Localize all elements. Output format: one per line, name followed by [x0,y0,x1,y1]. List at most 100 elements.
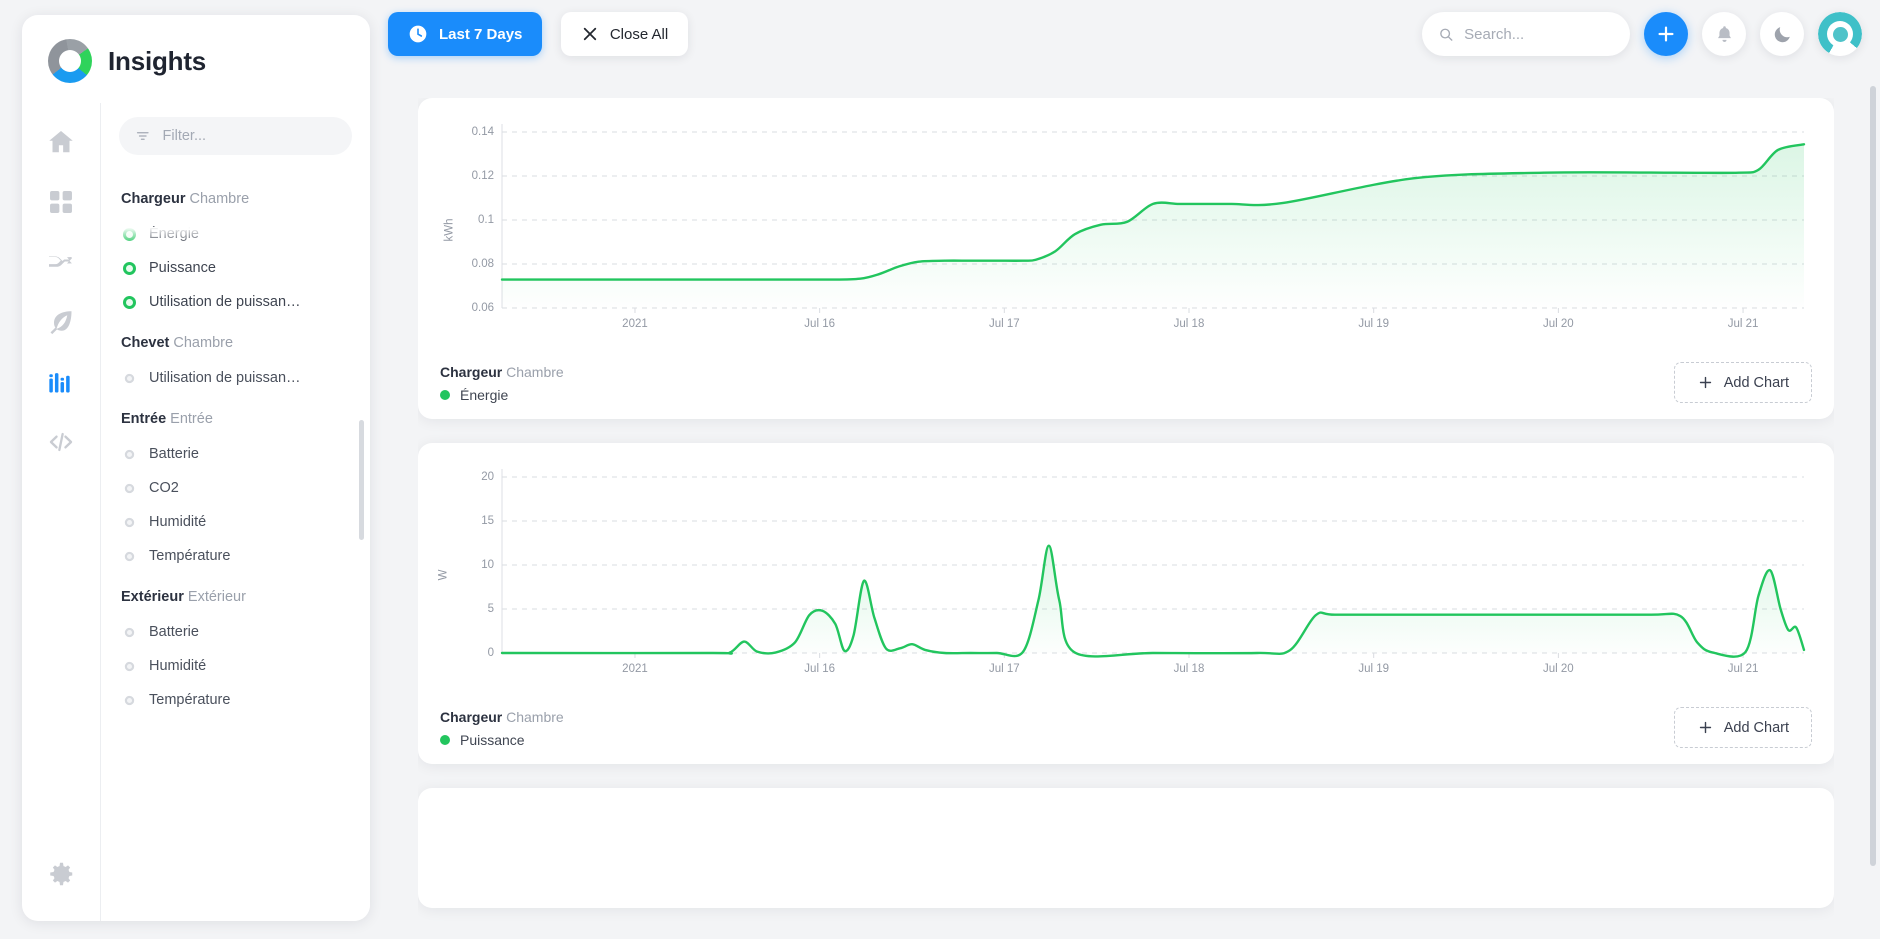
entity-group-header: Chargeur Chambre [101,179,370,217]
sidebar-item-settings[interactable] [36,849,86,899]
entity-unselected-dot-icon [124,661,135,671]
add-chart-label: Add Chart [1723,374,1789,391]
sidebar-item-energy[interactable] [36,297,86,347]
entity-row[interactable]: Utilisation de puissan… [101,285,370,319]
close-all-button[interactable]: Close All [560,12,689,56]
entity-row[interactable]: Batterie [101,615,370,649]
chart-legend-item[interactable]: Énergie [440,387,564,403]
insights-bars-icon [49,373,70,393]
chart-legend-item[interactable]: Puissance [440,732,564,748]
close-all-label: Close All [609,25,669,43]
y-tick-label: 0.06 [471,302,494,314]
entity-unselected-dot-icon [124,449,135,459]
charts-area[interactable]: kWh 0.06 0.08 0.1 0.12 0.14 2021 Jul 16 Jul 17 Ju… [418,98,1834,939]
entity-row[interactable]: Énergie [101,217,370,251]
date-range-button[interactable]: Last 7 Days [388,12,543,56]
entity-group-area: Extérieur [187,589,246,605]
entity-row[interactable]: CO2 [101,471,370,505]
x-tick-label: Jul 16 [804,318,835,330]
entity-group-area: Entrée [170,411,213,427]
avatar[interactable] [1818,12,1862,56]
settings-gear-icon [50,862,73,886]
entity-groups: Chargeur Chambre Énergie Puissance Utilisat… [101,179,370,717]
entity-row[interactable]: Humidité [101,649,370,683]
automations-icon [49,256,72,267]
home-icon [49,131,73,153]
entity-label: Batterie [149,446,199,462]
y-tick-label: 0.12 [471,170,494,182]
entity-group-device: Extérieur [121,589,184,605]
sidebar: Insights Filter... Chargeur Chambre Éner… [22,15,370,921]
y-tick-label: 20 [481,471,494,483]
chart-card: W 0 5 10 15 20 2021 Jul 16 Jul 17 Jul 18 Jul 19 Jul… [418,443,1834,764]
x-tick-label: 2021 [622,318,648,330]
entity-label: Utilisation de puissan… [149,370,301,386]
add-chart-button[interactable]: Add Chart [1673,362,1812,403]
chart-footer-title: Chargeur Chambre [440,709,564,725]
entity-row[interactable]: Puissance [101,251,370,285]
notifications-button[interactable] [1702,12,1746,56]
add-chart-label: Add Chart [1723,719,1789,736]
add-chart-button[interactable]: Add Chart [1673,707,1812,748]
entity-unselected-dot-icon [124,695,135,705]
entity-label: Batterie [149,624,199,640]
entity-label: Température [149,548,231,564]
legend-color-dot-icon [440,735,450,745]
entity-selected-dot-icon [123,227,136,241]
filter-box[interactable] [119,117,352,155]
topbar-actions [1422,12,1862,56]
moon-icon [1774,26,1790,42]
filter-input[interactable] [162,128,336,144]
entity-row[interactable]: Batterie [101,437,370,471]
chart-card-footer: Chargeur Chambre Énergie Add Chart [440,362,1812,403]
x-tick-label: Jul 20 [1543,318,1574,330]
chart-footer-device: Chargeur [440,364,503,380]
chart-area-fill [502,144,1804,308]
entity-row[interactable]: Température [101,539,370,573]
entity-row[interactable]: Humidité [101,505,370,539]
entity-row[interactable]: Température [101,683,370,717]
list-fade-overlay [101,879,370,921]
x-tick-label: Jul 18 [1173,663,1205,675]
entity-selected-dot-icon [123,295,136,309]
chart-area-fill [502,545,1804,657]
legend-series-label: Énergie [460,387,509,403]
entity-list-scrollbar[interactable] [359,420,364,540]
entity-group-header: Extérieur Extérieur [101,577,370,615]
bell-icon [1717,25,1731,42]
y-tick-label: 0.08 [471,257,494,270]
entity-row[interactable]: Utilisation de puissan… [101,361,370,395]
sidebar-item-home[interactable] [36,117,86,167]
entity-group-area: Chambre [189,191,250,207]
search-icon [1440,28,1453,41]
entity-unselected-dot-icon [124,373,135,383]
sidebar-item-insights[interactable] [36,357,86,407]
page-scrollbar[interactable] [1870,86,1876,866]
entity-group: Extérieur Extérieur Batterie Humidité Tempé… [101,577,370,717]
close-x-icon [583,27,596,41]
sidebar-item-developer[interactable] [36,417,86,467]
entity-group-header: Entrée Entrée [101,399,370,437]
x-tick-label: Jul 20 [1543,663,1574,675]
topbar: Last 7 Days Close All [388,12,1862,70]
entity-label: Utilisation de puissan… [149,294,301,310]
chart-footer-area: Chambre [506,709,564,725]
search-box[interactable] [1422,12,1630,56]
entity-group: Chargeur Chambre Énergie Puissance Utilisat… [101,179,370,319]
entity-scroll-area[interactable]: Chargeur Chambre Énergie Puissance Utilisat… [101,165,370,921]
sidebar-item-automations[interactable] [36,237,86,287]
entity-label: Humidité [149,514,207,530]
chart-plot[interactable]: kWh 0.06 0.08 0.1 0.12 0.14 2021 Jul 16 Jul 17 Ju… [440,116,1812,344]
chart-svg [440,469,1812,658]
legend-series-label: Puissance [460,732,525,748]
x-tick-label: Jul 21 [1727,318,1759,330]
y-tick-label: 5 [487,602,494,615]
theme-toggle-button[interactable] [1760,12,1804,56]
chart-plot[interactable]: W 0 5 10 15 20 2021 Jul 16 Jul 17 Jul 18 Jul 19 Jul… [437,461,1812,689]
search-input[interactable] [1464,25,1614,43]
entity-group-area: Chambre [173,335,234,351]
sidebar-item-dashboard[interactable] [36,177,86,227]
add-button[interactable] [1644,12,1688,56]
entity-unselected-dot-icon [124,627,135,637]
legend-color-dot-icon [440,390,450,400]
